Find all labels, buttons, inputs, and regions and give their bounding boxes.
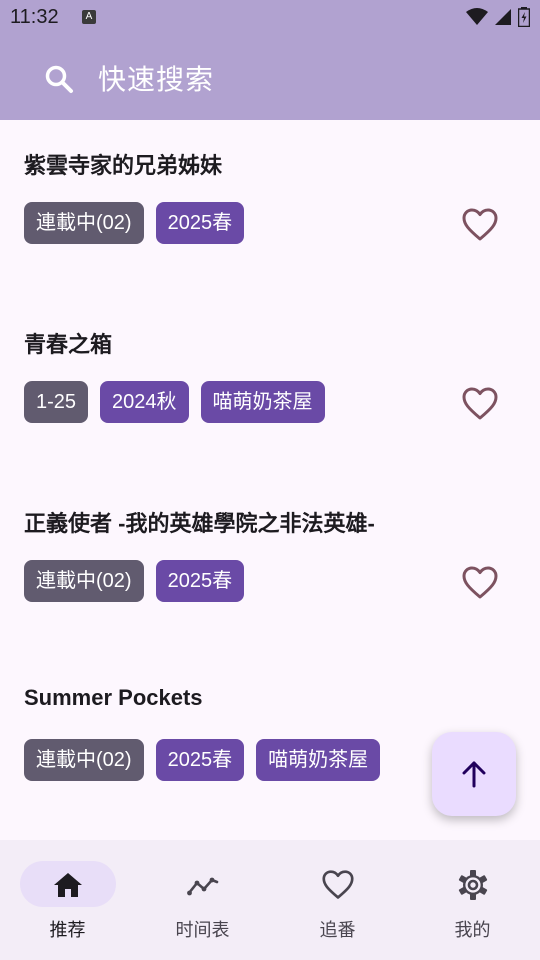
heart-icon (322, 870, 354, 899)
heart-icon[interactable] (462, 208, 498, 242)
season-tag: 2025春 (155, 739, 245, 781)
item-title: 青春之箱 (24, 332, 113, 357)
search-icon[interactable] (44, 64, 74, 94)
app-header: 11:32 A 快速搜索 (0, 0, 540, 120)
notification-icon: A (82, 10, 96, 24)
item-title: 紫雲寺家的兄弟姊妹 (24, 153, 223, 178)
tag-group: 1-25 2024秋 喵萌奶茶屋 (24, 381, 325, 423)
list-item[interactable]: 青春之箱 1-25 2024秋 喵萌奶茶屋 (0, 299, 540, 478)
arrow-up-icon (462, 761, 486, 788)
heart-icon[interactable] (462, 387, 498, 421)
season-tag: 2024秋 (100, 381, 189, 423)
nav-label: 追番 (319, 920, 356, 941)
signal-icon (495, 9, 511, 25)
list-item[interactable]: 正義使者 -我的英雄學院之非法英雄- 連載中(02) 2025春 (0, 478, 540, 657)
item-title: 正義使者 -我的英雄學院之非法英雄- (24, 511, 375, 536)
season-tag: 2025春 (155, 560, 245, 602)
list-item[interactable]: 紫雲寺家的兄弟姊妹 連載中(02) 2025春 (0, 120, 540, 299)
nav-item-schedule[interactable]: 时间表 (135, 840, 270, 960)
status-time: 11:32 (10, 6, 59, 28)
status-bar: 11:32 A (0, 0, 540, 36)
search-input[interactable]: 快速搜索 (98, 58, 214, 98)
timeline-icon (187, 877, 219, 896)
tag-group: 連載中(02) 2025春 喵萌奶茶屋 (24, 739, 381, 781)
nav-item-recommend[interactable]: 推荐 (0, 840, 135, 960)
nav-item-profile[interactable]: 我的 (405, 840, 540, 960)
wifi-icon (466, 8, 488, 25)
status-tag: 連載中(02) (24, 202, 144, 244)
group-tag: 喵萌奶茶屋 (200, 381, 325, 423)
nav-label: 我的 (454, 920, 491, 941)
nav-label: 推荐 (49, 920, 86, 941)
gear-icon (458, 870, 488, 900)
group-tag: 喵萌奶茶屋 (256, 739, 381, 781)
nav-label: 时间表 (175, 920, 230, 941)
tag-group: 連載中(02) 2025春 (24, 202, 245, 244)
scroll-to-top-button[interactable] (432, 732, 516, 816)
tag-group: 連載中(02) 2025春 (24, 560, 245, 602)
home-icon (54, 873, 82, 897)
status-tag: 1-25 (24, 381, 89, 423)
search-bar[interactable]: 快速搜索 (0, 36, 540, 120)
status-tag: 連載中(02) (24, 560, 144, 602)
status-icons (466, 7, 530, 27)
nav-item-following[interactable]: 追番 (270, 840, 405, 960)
heart-icon[interactable] (462, 566, 498, 600)
season-tag: 2025春 (155, 202, 245, 244)
item-title: Summer Pockets (24, 685, 203, 710)
bottom-navigation: 推荐 时间表 追番 我的 (0, 840, 540, 960)
status-tag: 連載中(02) (24, 739, 144, 781)
battery-icon (518, 7, 530, 27)
